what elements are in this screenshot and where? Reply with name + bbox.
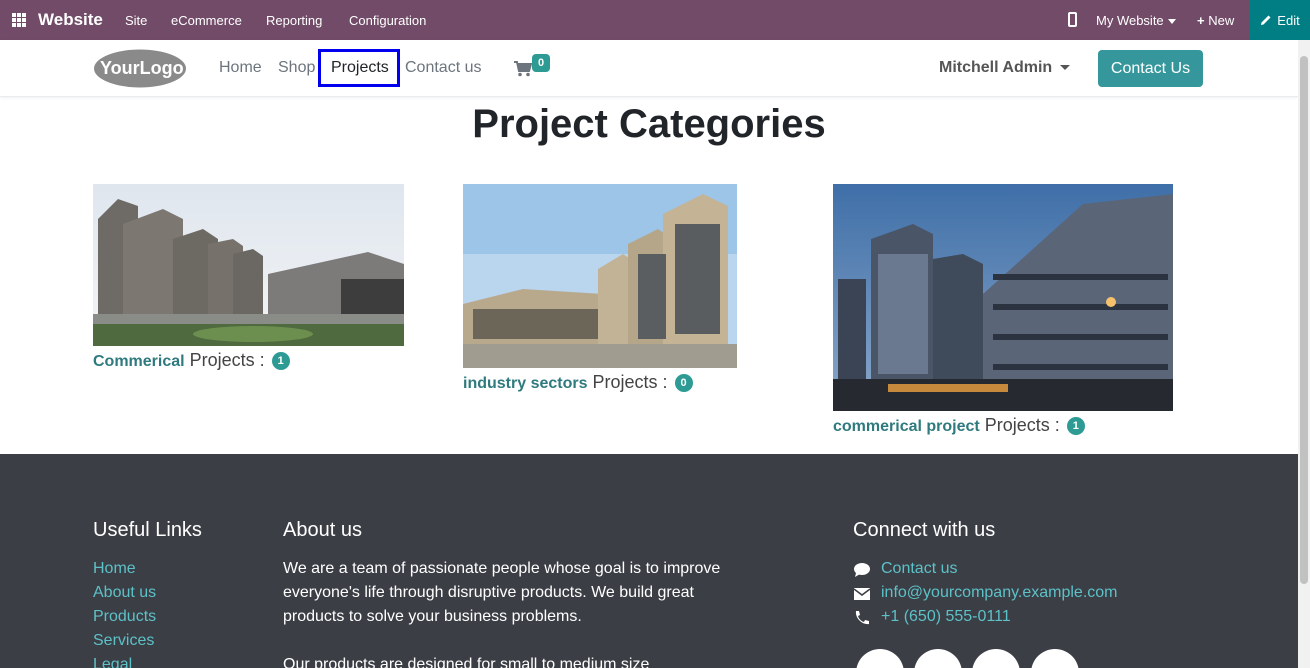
caret-down-icon [1060, 65, 1071, 71]
page-title: Project Categories [472, 102, 826, 146]
pencil-icon [1261, 15, 1271, 25]
category-link-commerical-project[interactable]: commerical project [833, 418, 980, 435]
nav-shop[interactable]: Shop [278, 59, 315, 77]
user-menu[interactable]: Mitchell Admin [939, 59, 1071, 77]
email-text: info@yourcompany.example.com [881, 584, 1118, 601]
footer-link-home[interactable]: Home [93, 560, 136, 578]
logo-text: YourLogo [100, 58, 184, 78]
linkedin-icon[interactable] [972, 649, 1020, 668]
contact-us-text: Contact us [881, 560, 958, 577]
projects-label: Projects : [189, 350, 265, 370]
about-us-title: About us [283, 519, 362, 541]
category-caption-industry-sectors: industry sectors Projects : 0 [463, 372, 693, 393]
about-us-text-continued: Our products are designed for small to m… [283, 656, 650, 668]
apps-grid-icon[interactable] [12, 13, 26, 27]
nav-projects[interactable]: Projects [331, 59, 389, 77]
category-image-commerical[interactable] [93, 184, 404, 346]
mobile-preview-icon[interactable] [1068, 12, 1077, 27]
project-count-badge: 1 [271, 352, 290, 371]
category-image-commerical-project[interactable] [833, 184, 1173, 411]
project-count-badge: 1 [1066, 417, 1085, 436]
site-header: YourLogo Home Shop Projects Contact us 0… [0, 40, 1298, 97]
admin-navbar: Website Site eCommerce Reporting Configu… [0, 0, 1310, 40]
footer-link-about-us[interactable]: About us [93, 584, 156, 602]
company-logo[interactable]: YourLogo [92, 48, 188, 89]
category-link-commerical[interactable]: Commerical [93, 353, 185, 370]
nav-contact-us[interactable]: Contact us [405, 59, 481, 77]
nav-home[interactable]: Home [219, 59, 262, 77]
caret-down-icon [1167, 19, 1176, 25]
project-count-badge: 0 [674, 374, 693, 393]
cart-count-badge: 0 [532, 54, 550, 72]
facebook-icon[interactable] [856, 649, 904, 668]
user-name: Mitchell Admin [939, 59, 1053, 76]
footer-link-products[interactable]: Products [93, 608, 156, 626]
footer-link-services[interactable]: Services [93, 632, 154, 650]
website-selector[interactable]: My Website [1096, 13, 1176, 28]
category-link-industry-sectors[interactable]: industry sectors [463, 375, 587, 392]
useful-links-title: Useful Links [93, 519, 202, 541]
projects-label: Projects : [592, 372, 668, 392]
projects-label: Projects : [984, 415, 1060, 435]
admin-menu-ecommerce[interactable]: eCommerce [171, 13, 242, 28]
comment-icon [854, 563, 870, 577]
admin-menu-site[interactable]: Site [125, 13, 147, 28]
home-icon[interactable] [1031, 649, 1079, 668]
phone-text: +1 (650) 555-0111 [881, 608, 1011, 625]
about-us-text: We are a team of passionate people whose… [283, 560, 721, 625]
phone-icon [855, 611, 869, 625]
page-scrollbar[interactable] [1298, 40, 1310, 668]
footer-link-legal[interactable]: Legal [93, 656, 132, 668]
admin-brand[interactable]: Website [38, 10, 103, 30]
category-caption-commerical: Commerical Projects : 1 [93, 350, 290, 371]
site-footer: Useful Links Home About us Products Serv… [0, 454, 1298, 668]
admin-menu-configuration[interactable]: Configuration [349, 13, 426, 28]
contact-us-button[interactable]: Contact Us [1098, 50, 1203, 87]
envelope-icon [853, 588, 871, 600]
edit-button[interactable]: Edit [1250, 0, 1310, 40]
website-selector-label: My Website [1096, 13, 1164, 28]
new-button[interactable]: + New [1197, 13, 1234, 28]
shopping-cart-icon[interactable] [514, 61, 532, 77]
category-caption-commerical-project: commerical project Projects : 1 [833, 415, 1085, 436]
scrollbar-thumb[interactable] [1300, 56, 1308, 584]
twitter-icon[interactable] [914, 649, 962, 668]
edit-label: Edit [1277, 12, 1300, 28]
connect-title: Connect with us [853, 519, 996, 541]
new-label: New [1208, 13, 1235, 28]
admin-menu-reporting[interactable]: Reporting [266, 13, 322, 28]
plus-icon: + [1197, 13, 1205, 28]
category-image-industry-sectors[interactable] [463, 184, 737, 368]
